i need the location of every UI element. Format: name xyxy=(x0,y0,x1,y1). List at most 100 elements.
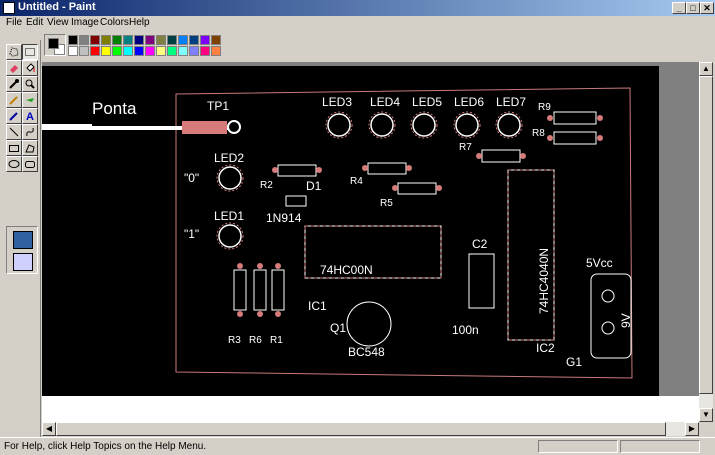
status-bar: For Help, click Help Topics on the Help … xyxy=(0,437,715,455)
menu-view[interactable]: View xyxy=(47,17,69,28)
palette-swatch[interactable] xyxy=(112,35,122,45)
palette-swatch[interactable] xyxy=(167,35,177,45)
ellipse-icon[interactable] xyxy=(6,156,22,172)
paint-app-icon[interactable] xyxy=(3,2,15,14)
window-title: Untitled - Paint xyxy=(18,1,96,13)
r1-body xyxy=(271,269,285,311)
palette-swatch[interactable] xyxy=(145,35,155,45)
scroll-up-icon[interactable]: ▲ xyxy=(699,62,713,76)
transparent-option-icon[interactable] xyxy=(13,253,33,271)
palette-swatch[interactable] xyxy=(68,35,78,45)
menu-file[interactable]: File xyxy=(6,17,22,28)
pencil-icon[interactable] xyxy=(6,92,22,108)
led5-label: LED5 xyxy=(412,95,442,109)
c2-body xyxy=(468,253,495,309)
palette-swatch[interactable] xyxy=(200,46,210,56)
zero-label: "0" xyxy=(184,171,199,185)
eraser-icon[interactable] xyxy=(6,60,22,76)
tp1-pad xyxy=(227,120,241,134)
brush-icon[interactable] xyxy=(22,92,38,108)
palette-swatch[interactable] xyxy=(101,46,111,56)
palette-swatch[interactable] xyxy=(90,35,100,45)
horizontal-scrollbar[interactable]: ◀ ▶ xyxy=(42,422,699,436)
palette-swatch[interactable] xyxy=(156,35,166,45)
palette-swatch[interactable] xyxy=(79,46,89,56)
palette-swatch[interactable] xyxy=(211,35,221,45)
led3-footprint xyxy=(327,113,351,137)
rectangle-icon[interactable] xyxy=(6,140,22,156)
maximize-button[interactable]: □ xyxy=(686,2,700,14)
palette-swatch[interactable] xyxy=(145,46,155,56)
r8-body xyxy=(553,131,597,145)
vcc-label: 5Vcc xyxy=(586,256,613,270)
r7-body xyxy=(481,149,521,163)
palette-swatch[interactable] xyxy=(189,46,199,56)
palette-swatch[interactable] xyxy=(134,46,144,56)
led4-footprint xyxy=(370,113,394,137)
tp1-pad-bar xyxy=(182,121,227,134)
tp1-label: TP1 xyxy=(207,99,229,113)
status-panel-size xyxy=(620,440,700,453)
led7-footprint xyxy=(497,113,521,137)
palette-swatch[interactable] xyxy=(112,46,122,56)
palette-swatch[interactable] xyxy=(101,35,111,45)
palette-swatch[interactable] xyxy=(156,46,166,56)
menu-image[interactable]: Image xyxy=(71,17,99,28)
r1-label: R1 xyxy=(270,335,283,346)
scroll-down-icon[interactable]: ▼ xyxy=(699,408,713,422)
line-icon[interactable] xyxy=(6,124,22,140)
battery-label: 9V xyxy=(619,313,633,328)
current-colors xyxy=(44,34,66,56)
menu-help[interactable]: Help xyxy=(129,17,150,28)
select-icon[interactable] xyxy=(22,44,38,60)
palette-swatch[interactable] xyxy=(90,46,100,56)
close-button[interactable]: ✕ xyxy=(700,2,714,14)
horizontal-scroll-thumb[interactable] xyxy=(56,422,666,436)
led5-footprint xyxy=(412,113,436,137)
free-form-select-icon[interactable] xyxy=(6,44,22,60)
menu-bar: File Edit View Image Colors Help xyxy=(0,16,715,30)
palette-swatch[interactable] xyxy=(189,35,199,45)
minimize-button[interactable]: _ xyxy=(672,2,686,14)
palette-swatch[interactable] xyxy=(79,35,89,45)
r9-label: R9 xyxy=(538,102,551,113)
r3-label: R3 xyxy=(228,335,241,346)
curve-icon[interactable] xyxy=(22,124,38,140)
led6-footprint xyxy=(455,113,479,137)
palette-swatch[interactable] xyxy=(200,35,210,45)
color-picker-icon[interactable] xyxy=(6,76,22,92)
magnifier-icon[interactable] xyxy=(22,76,38,92)
vertical-scrollbar[interactable]: ▲ ▼ xyxy=(699,62,713,422)
r4-label: R4 xyxy=(350,176,363,187)
scroll-right-icon[interactable]: ▶ xyxy=(685,422,699,436)
opaque-option-icon[interactable] xyxy=(13,231,33,249)
scroll-left-icon[interactable]: ◀ xyxy=(42,422,56,436)
polygon-icon[interactable] xyxy=(22,140,38,156)
r2-body xyxy=(277,164,317,177)
palette-swatch[interactable] xyxy=(68,46,78,56)
status-help-text: For Help, click Help Topics on the Help … xyxy=(4,441,207,452)
menu-edit[interactable]: Edit xyxy=(26,17,43,28)
probe-wire xyxy=(42,124,92,130)
palette-swatch[interactable] xyxy=(123,46,133,56)
foreground-color-swatch[interactable] xyxy=(48,38,59,49)
palette-swatch[interactable] xyxy=(134,35,144,45)
airbrush-icon[interactable] xyxy=(6,108,22,124)
menu-colors[interactable]: Colors xyxy=(100,17,129,28)
palette-swatch[interactable] xyxy=(167,46,177,56)
led2-label: LED2 xyxy=(214,151,244,165)
g1-label: G1 xyxy=(566,355,582,369)
palette-swatch[interactable] xyxy=(211,46,221,56)
drawing-canvas[interactable]: Ponta TP1 LED3 LED4 LED5 LED6 LED7 R9 R8… xyxy=(42,66,659,396)
text-icon[interactable]: A xyxy=(22,108,38,124)
vertical-scroll-thumb[interactable] xyxy=(699,76,713,394)
title-bar: Untitled - Paint _ □ ✕ xyxy=(0,0,715,16)
canvas-white-margin xyxy=(42,396,699,422)
palette-swatch[interactable] xyxy=(178,35,188,45)
palette-swatch[interactable] xyxy=(178,46,188,56)
fill-bucket-icon[interactable] xyxy=(22,60,38,76)
led7-label: LED7 xyxy=(496,95,526,109)
palette-swatch[interactable] xyxy=(123,35,133,45)
rounded-rectangle-icon[interactable] xyxy=(22,156,38,172)
led6-label: LED6 xyxy=(454,95,484,109)
